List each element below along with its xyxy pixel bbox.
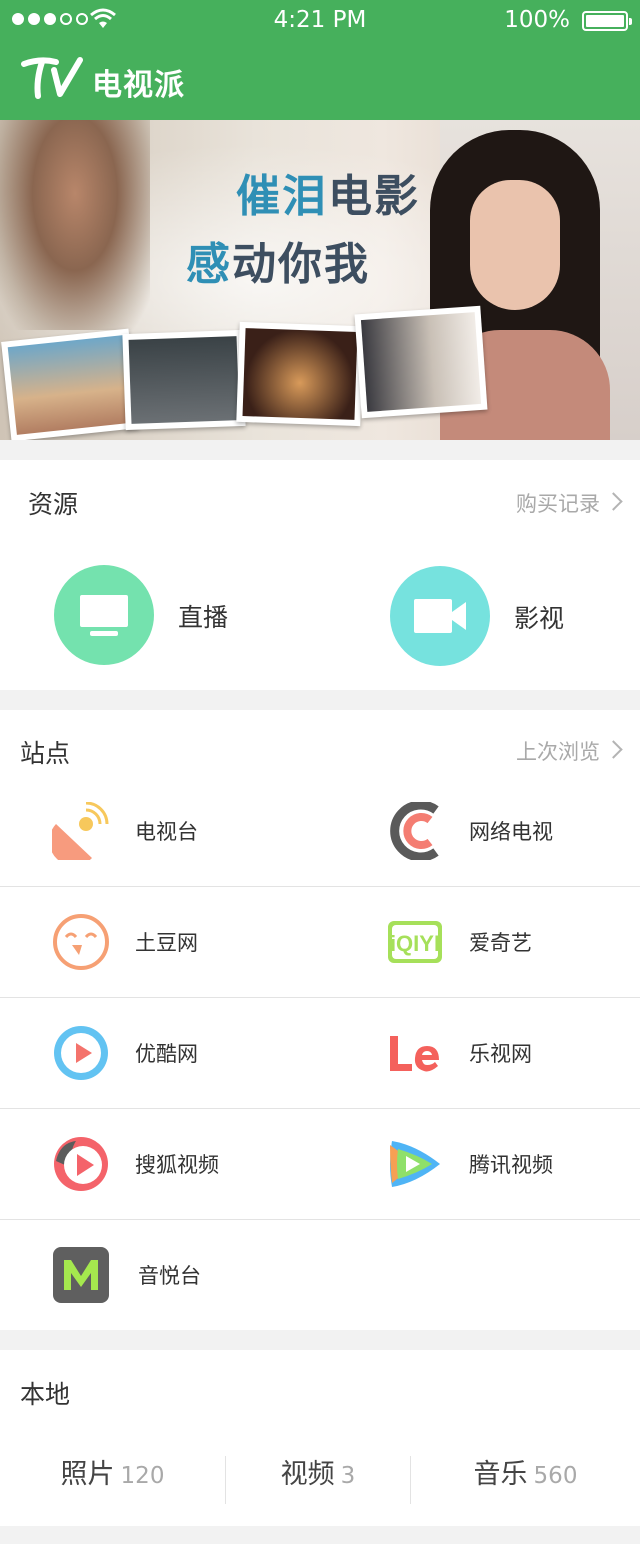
site-label: 乐视网 [469,1042,532,1066]
local-music-label: 音乐 [473,1459,528,1490]
purchase-history-link[interactable]: 购买记录 [516,488,600,518]
yinyuetai-icon [53,1247,109,1303]
site-tv-station[interactable]: 电视台 [0,776,320,886]
banner-headline-1: 催泪电影 [236,171,420,222]
battery-percent: 100% [504,7,570,33]
site-row: 音悦台 [0,1220,640,1330]
site-yinyuetai[interactable]: 音悦台 [0,1220,320,1330]
site-label: 音悦台 [138,1264,201,1288]
site-tudou[interactable]: 土豆网 [0,887,320,997]
movies-button[interactable]: 影视 [390,566,630,666]
video-camera-icon [390,566,490,666]
banner-headline-2: 感动你我 [186,239,370,290]
movies-label: 影视 [514,604,565,633]
live-tv-button[interactable]: 直播 [54,565,294,665]
sites-title: 站点 [20,739,71,768]
site-row: 搜狐视频 腾讯视频 [0,1109,640,1220]
site-row: 土豆网 iQIYI 爱奇艺 [0,887,640,998]
site-label: 爱奇艺 [469,931,532,955]
site-tencent[interactable]: 腾讯视频 [334,1109,640,1219]
local-videos-label: 视频 [280,1459,335,1490]
network-tv-icon [390,802,439,860]
svg-text:iQIYI: iQIYI [390,931,440,956]
site-label: 搜狐视频 [135,1153,219,1177]
banner-photo [354,305,488,419]
battery-icon [582,11,632,31]
sohu-video-icon [54,1137,108,1191]
last-browsed-link[interactable]: 上次浏览 [516,736,600,766]
site-label: 优酷网 [135,1042,198,1066]
tv-icon [54,565,154,665]
banner-photo [236,321,364,427]
local-music[interactable]: 音乐 560 [411,1452,640,1512]
site-label: 电视台 [135,820,198,844]
local-photos-label: 照片 [60,1459,115,1490]
site-network-tv[interactable]: 网络电视 [334,776,640,886]
site-label: 网络电视 [469,820,553,844]
local-music-count: 560 [533,1463,578,1489]
satellite-dish-icon [52,802,109,860]
chevron-right-icon [604,740,623,759]
local-photos[interactable]: 照片 120 [0,1452,225,1512]
site-iqiyi[interactable]: iQIYI 爱奇艺 [334,887,640,997]
local-videos[interactable]: 视频 3 [226,1452,410,1512]
resources-title: 资源 [28,490,79,519]
site-label: 土豆网 [135,931,198,955]
site-letv[interactable]: 乐视网 [334,998,640,1108]
site-label: 腾讯视频 [469,1153,553,1177]
iqiyi-icon: iQIYI [388,921,442,963]
tencent-video-icon [390,1141,440,1187]
youku-icon [54,1026,108,1080]
live-tv-label: 直播 [178,603,229,632]
site-row: 优酷网 乐视网 [0,998,640,1109]
resources-section: 资源 购买记录 直播 影视 [0,460,640,690]
banner-couple-image [0,120,150,330]
app-title: 电视派 [92,68,185,103]
local-videos-count: 3 [340,1463,356,1489]
site-youku[interactable]: 优酷网 [0,998,320,1108]
app-header: 电视派 [0,40,640,120]
banner-photo [1,328,139,440]
site-sohu[interactable]: 搜狐视频 [0,1109,320,1219]
local-photos-count: 120 [120,1463,165,1489]
local-title: 本地 [20,1380,71,1409]
banner-photo [122,329,246,431]
top-bar: 4:21 PM 100% 电视派 [0,0,640,120]
tudou-icon [53,914,109,970]
letv-icon [390,1036,439,1072]
promo-banner[interactable]: 催泪电影 感动你我 [0,120,640,440]
chevron-right-icon [604,492,623,511]
tv-logo-icon [21,57,83,99]
site-row: 电视台 网络电视 [0,776,640,887]
status-bar: 4:21 PM 100% [0,0,640,40]
